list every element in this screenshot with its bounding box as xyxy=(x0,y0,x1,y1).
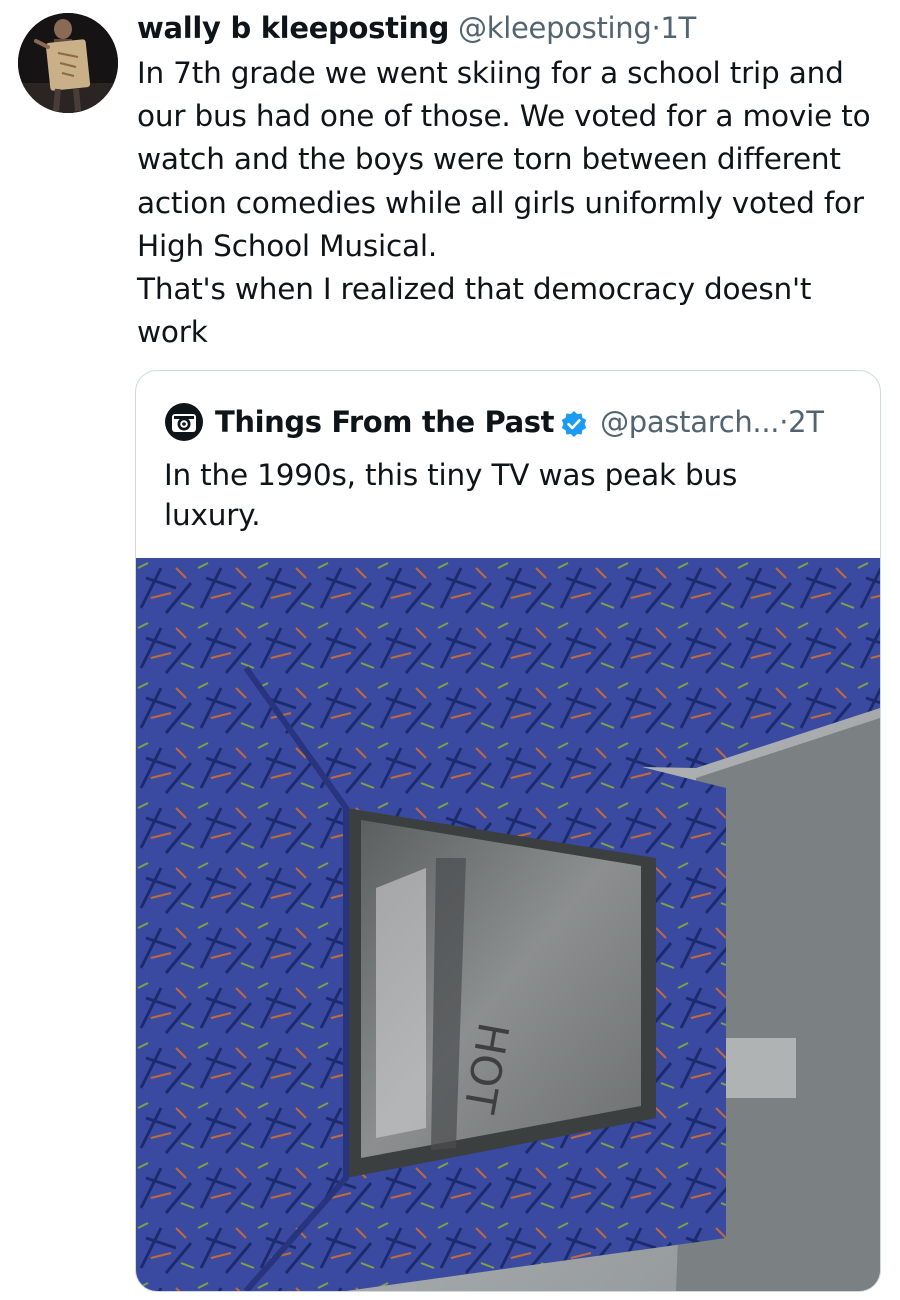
tweet[interactable]: wally b kleeposting @kleeposting·1T In 7… xyxy=(0,0,900,1300)
quoted-author-handle[interactable]: @pastarch... xyxy=(600,402,779,442)
quoted-tweet-timestamp[interactable]: 2T xyxy=(788,402,824,442)
quoted-tweet-photo[interactable]: HOT xyxy=(136,558,880,1291)
author-avatar-image xyxy=(18,13,118,113)
quoted-author-name[interactable]: Things From the Past xyxy=(215,402,554,442)
tweet-timestamp[interactable]: 1T xyxy=(660,11,696,45)
tweet-text-paragraph: That's when I realized that democracy do… xyxy=(137,272,812,350)
author-name[interactable]: wally b kleeposting xyxy=(137,11,449,45)
quoted-tweet-text: In the 1990s, this tiny TV was peak bus … xyxy=(164,458,738,532)
quoted-tweet-header: Things From the Past @pastarch... · 2T xyxy=(164,402,824,442)
camera-icon[interactable] xyxy=(164,402,204,442)
tweet-text: In 7th grade we went skiing for a school… xyxy=(137,52,887,354)
author-handle[interactable]: @kleeposting xyxy=(458,11,652,45)
tweet-text-paragraph: In 7th grade we went skiing for a school… xyxy=(137,56,871,263)
verified-badge-icon xyxy=(560,408,588,437)
tweet-header: wally b kleeposting @kleeposting·1T xyxy=(137,8,696,48)
author-avatar[interactable] xyxy=(18,13,118,113)
quoted-tweet-card[interactable]: Things From the Past @pastarch... · 2T In … xyxy=(135,370,881,1292)
quoted-header-separator: · xyxy=(779,405,789,439)
bus-tv-photo: HOT xyxy=(136,558,880,1291)
